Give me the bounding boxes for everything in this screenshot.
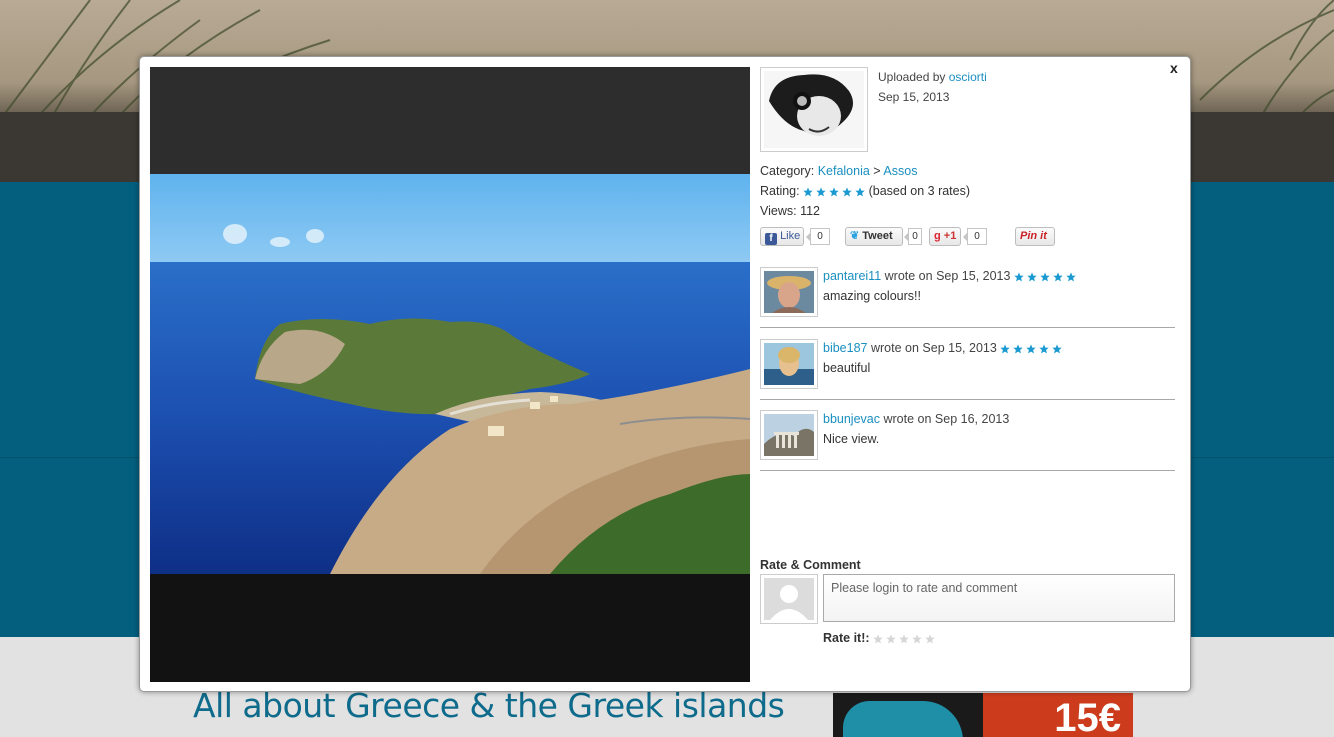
rate-comment-title: Rate & Comment (760, 558, 861, 572)
star-icon (829, 187, 839, 197)
google-plus-icon: g (934, 230, 941, 242)
comment-text: amazing colours!! (823, 289, 921, 303)
uploader-name-link[interactable]: osciorti (949, 70, 987, 84)
google-plus-button[interactable]: g +1 (929, 227, 961, 246)
comment-item: bibe187 wrote on Sep 15, 2013 beautiful (760, 339, 1175, 400)
advertisement-banner[interactable]: 15€ (833, 693, 1133, 737)
star-icon (1039, 344, 1049, 354)
star-icon (855, 187, 865, 197)
ad-price: 15€ (983, 693, 1133, 737)
current-user-avatar (760, 574, 818, 624)
facebook-icon: f (765, 233, 777, 245)
twitter-bird-icon: ❦ (850, 230, 860, 242)
commenter-avatar[interactable] (760, 410, 818, 460)
comment-item: bbunjevac wrote on Sep 16, 2013 Nice vie… (760, 410, 1175, 471)
star-icon (1040, 272, 1050, 282)
comment-divider (760, 399, 1175, 400)
rate-it-control: Rate it!: (823, 631, 935, 645)
rating-line: Rating: (based on 3 rates) (760, 184, 971, 198)
default-user-icon (764, 578, 814, 620)
star-icon[interactable] (912, 634, 922, 644)
tweet-count: 0 (904, 228, 922, 245)
category-line: Category: Kefalonia > Assos (760, 164, 918, 178)
comment-item: pantarei11 wrote on Sep 15, 2013 amazing… (760, 267, 1175, 328)
commenter-name-link[interactable]: bbunjevac (823, 412, 880, 426)
subcategory-link[interactable]: Assos (883, 164, 917, 178)
main-photo[interactable] (150, 174, 750, 574)
close-button[interactable]: x (1170, 60, 1178, 76)
star-icon (1000, 344, 1010, 354)
star-icon (1014, 272, 1024, 282)
comment-header: bbunjevac wrote on Sep 16, 2013 (823, 412, 1010, 426)
facebook-like-button[interactable]: f Like (760, 227, 804, 246)
comment-header: bibe187 wrote on Sep 15, 2013 (823, 341, 1062, 355)
star-icon[interactable] (899, 634, 909, 644)
category-link[interactable]: Kefalonia (818, 164, 870, 178)
commenter-avatar[interactable] (760, 267, 818, 317)
uploaded-by: Uploaded by osciorti (878, 70, 987, 84)
commenter-name-link[interactable]: pantarei11 (823, 269, 881, 283)
gplus-count: 0 (963, 228, 987, 245)
views-line: Views: 112 (760, 204, 821, 218)
star-icon (842, 187, 852, 197)
rate-it-stars[interactable] (873, 634, 935, 644)
star-icon (1066, 272, 1076, 282)
car-image (843, 701, 963, 737)
tweet-button[interactable]: ❦ Tweet (845, 227, 903, 246)
comment-header: pantarei11 wrote on Sep 15, 2013 (823, 269, 1076, 283)
pinterest-button[interactable]: Pin it (1015, 227, 1055, 246)
views-count: 112 (800, 204, 821, 218)
star-icon (1053, 272, 1063, 282)
photo-viewer (150, 67, 750, 682)
comment-rating-stars (1014, 272, 1076, 282)
commenter-name-link[interactable]: bibe187 (823, 341, 868, 355)
rating-stars (803, 187, 865, 197)
star-icon[interactable] (873, 634, 883, 644)
star-icon (1027, 272, 1037, 282)
comment-divider (760, 327, 1175, 328)
uploader-avatar[interactable] (760, 67, 868, 152)
like-count: 0 (806, 228, 830, 245)
star-icon (1013, 344, 1023, 354)
comment-text: beautiful (823, 361, 871, 375)
upload-date: Sep 15, 2013 (878, 90, 950, 104)
star-icon (803, 187, 813, 197)
star-icon (816, 187, 826, 197)
star-icon[interactable] (925, 634, 935, 644)
comment-divider (760, 470, 1175, 471)
commenter-avatar[interactable] (760, 339, 818, 389)
comment-text: Nice view. (823, 432, 880, 446)
star-icon[interactable] (886, 634, 896, 644)
comment-input[interactable]: Please login to rate and comment (823, 574, 1175, 622)
star-icon (1052, 344, 1062, 354)
comment-rating-stars (1000, 344, 1062, 354)
star-icon (1026, 344, 1036, 354)
